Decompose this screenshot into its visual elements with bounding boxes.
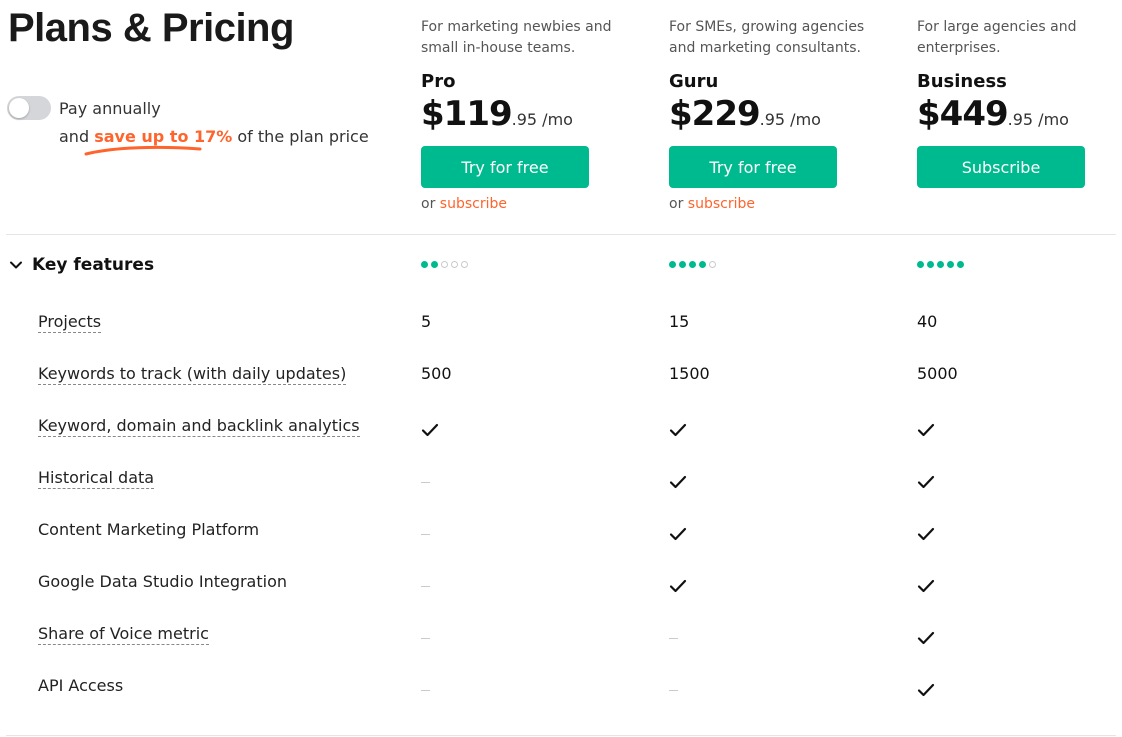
level-dot-filled [917, 261, 924, 268]
try-for-free-button[interactable]: Try for free [421, 146, 589, 188]
or-text: or [421, 196, 436, 212]
save-suffix: of the plan price [237, 127, 369, 146]
level-dot-filled [937, 261, 944, 268]
feature-label: Content Marketing Platform [38, 520, 260, 539]
level-dot-filled [957, 261, 964, 268]
page-title: Plans & Pricing [8, 6, 294, 50]
plan-description-line: enterprises. [917, 40, 1001, 56]
price-cents: .95 /mo [1007, 110, 1069, 129]
plan-name: Business [917, 71, 1007, 92]
level-dot-empty [461, 261, 468, 268]
plan-column-guru: For SMEs, growing agencies and marketing… [669, 17, 899, 212]
feature-label: API Access [38, 676, 124, 695]
level-dot-filled [669, 261, 676, 268]
feature-value: 5 [421, 312, 432, 331]
plan-description-line: For SMEs, growing agencies [669, 19, 865, 35]
plan-description-line: For large agencies and [917, 19, 1077, 35]
dash-icon [421, 638, 430, 639]
pay-annually-toggle[interactable] [7, 96, 51, 120]
plan-price: $449.95 /mo [917, 94, 1122, 134]
section-heading: Key features [32, 255, 155, 275]
feature-label: Google Data Studio Integration [38, 572, 288, 591]
level-dot-empty [441, 261, 448, 268]
price-cents: .95 /mo [759, 110, 821, 129]
checkmark-icon [669, 526, 687, 545]
feature-value: 500 [421, 364, 452, 383]
or-subscribe: or subscribe [421, 196, 651, 212]
plan-description-line: For marketing newbies and [421, 19, 612, 35]
subscribe-link[interactable]: subscribe [688, 196, 755, 212]
feature-value: 5000 [917, 364, 958, 383]
checkmark-icon [669, 422, 687, 441]
level-dot-empty [451, 261, 458, 268]
plan-description: For marketing newbies and small in-house… [421, 17, 651, 59]
pay-annually-label[interactable]: Pay annually [59, 99, 161, 118]
feature-label[interactable]: Keywords to track (with daily updates) [38, 364, 347, 385]
plan-description: For SMEs, growing agencies and marketing… [669, 17, 899, 59]
plan-column-business: For large agencies and enterprises. Busi… [917, 17, 1122, 188]
level-dot-filled [679, 261, 686, 268]
or-text: or [669, 196, 684, 212]
feature-label[interactable]: Keyword, domain and backlink analytics [38, 416, 360, 437]
level-dot-filled [431, 261, 438, 268]
plan-level-dots [917, 261, 964, 268]
checkmark-icon [917, 474, 935, 493]
feature-label[interactable]: Projects [38, 312, 102, 333]
level-dot-filled [947, 261, 954, 268]
checkmark-icon [917, 422, 935, 441]
checkmark-icon [917, 526, 935, 545]
try-for-free-button[interactable]: Try for free [669, 146, 837, 188]
price-main: $449 [917, 94, 1009, 134]
or-subscribe: or subscribe [669, 196, 899, 212]
divider [6, 234, 1116, 235]
dash-icon [669, 638, 678, 639]
level-dot-filled [421, 261, 428, 268]
subscribe-link[interactable]: subscribe [440, 196, 507, 212]
level-dot-filled [699, 261, 706, 268]
plan-price: $229.95 /mo [669, 94, 899, 134]
price-cents: .95 /mo [511, 110, 573, 129]
feature-value: 40 [917, 312, 938, 331]
plan-name: Pro [421, 71, 456, 92]
divider [6, 735, 1116, 736]
plan-column-pro: For marketing newbies and small in-house… [421, 17, 651, 212]
plan-description: For large agencies and enterprises. [917, 17, 1122, 59]
dash-icon [421, 690, 430, 691]
plan-level-dots [669, 261, 716, 268]
checkmark-icon [917, 578, 935, 597]
dash-icon [669, 690, 678, 691]
highlight-underline-icon [84, 145, 202, 156]
checkmark-icon [669, 578, 687, 597]
plan-level-dots [421, 261, 468, 268]
feature-label[interactable]: Historical data [38, 468, 155, 489]
level-dot-empty [709, 261, 716, 268]
feature-value: 15 [669, 312, 690, 331]
subscribe-button[interactable]: Subscribe [917, 146, 1085, 188]
key-features-toggle[interactable]: Key features [8, 255, 154, 275]
plan-price: $119.95 /mo [421, 94, 651, 134]
dash-icon [421, 534, 430, 535]
checkmark-icon [917, 630, 935, 649]
dash-icon [421, 586, 430, 587]
plan-description-line: small in-house teams. [421, 40, 576, 56]
chevron-down-icon [10, 261, 22, 269]
feature-value: 1500 [669, 364, 710, 383]
price-main: $119 [421, 94, 513, 134]
dash-icon [421, 482, 430, 483]
checkmark-icon [669, 474, 687, 493]
plan-description-line: and marketing consultants. [669, 40, 861, 56]
checkmark-icon [421, 422, 439, 441]
feature-label[interactable]: Share of Voice metric [38, 624, 209, 645]
price-main: $229 [669, 94, 761, 134]
checkmark-icon [917, 682, 935, 701]
plan-name: Guru [669, 71, 719, 92]
toggle-knob [9, 98, 29, 118]
level-dot-filled [689, 261, 696, 268]
level-dot-filled [927, 261, 934, 268]
